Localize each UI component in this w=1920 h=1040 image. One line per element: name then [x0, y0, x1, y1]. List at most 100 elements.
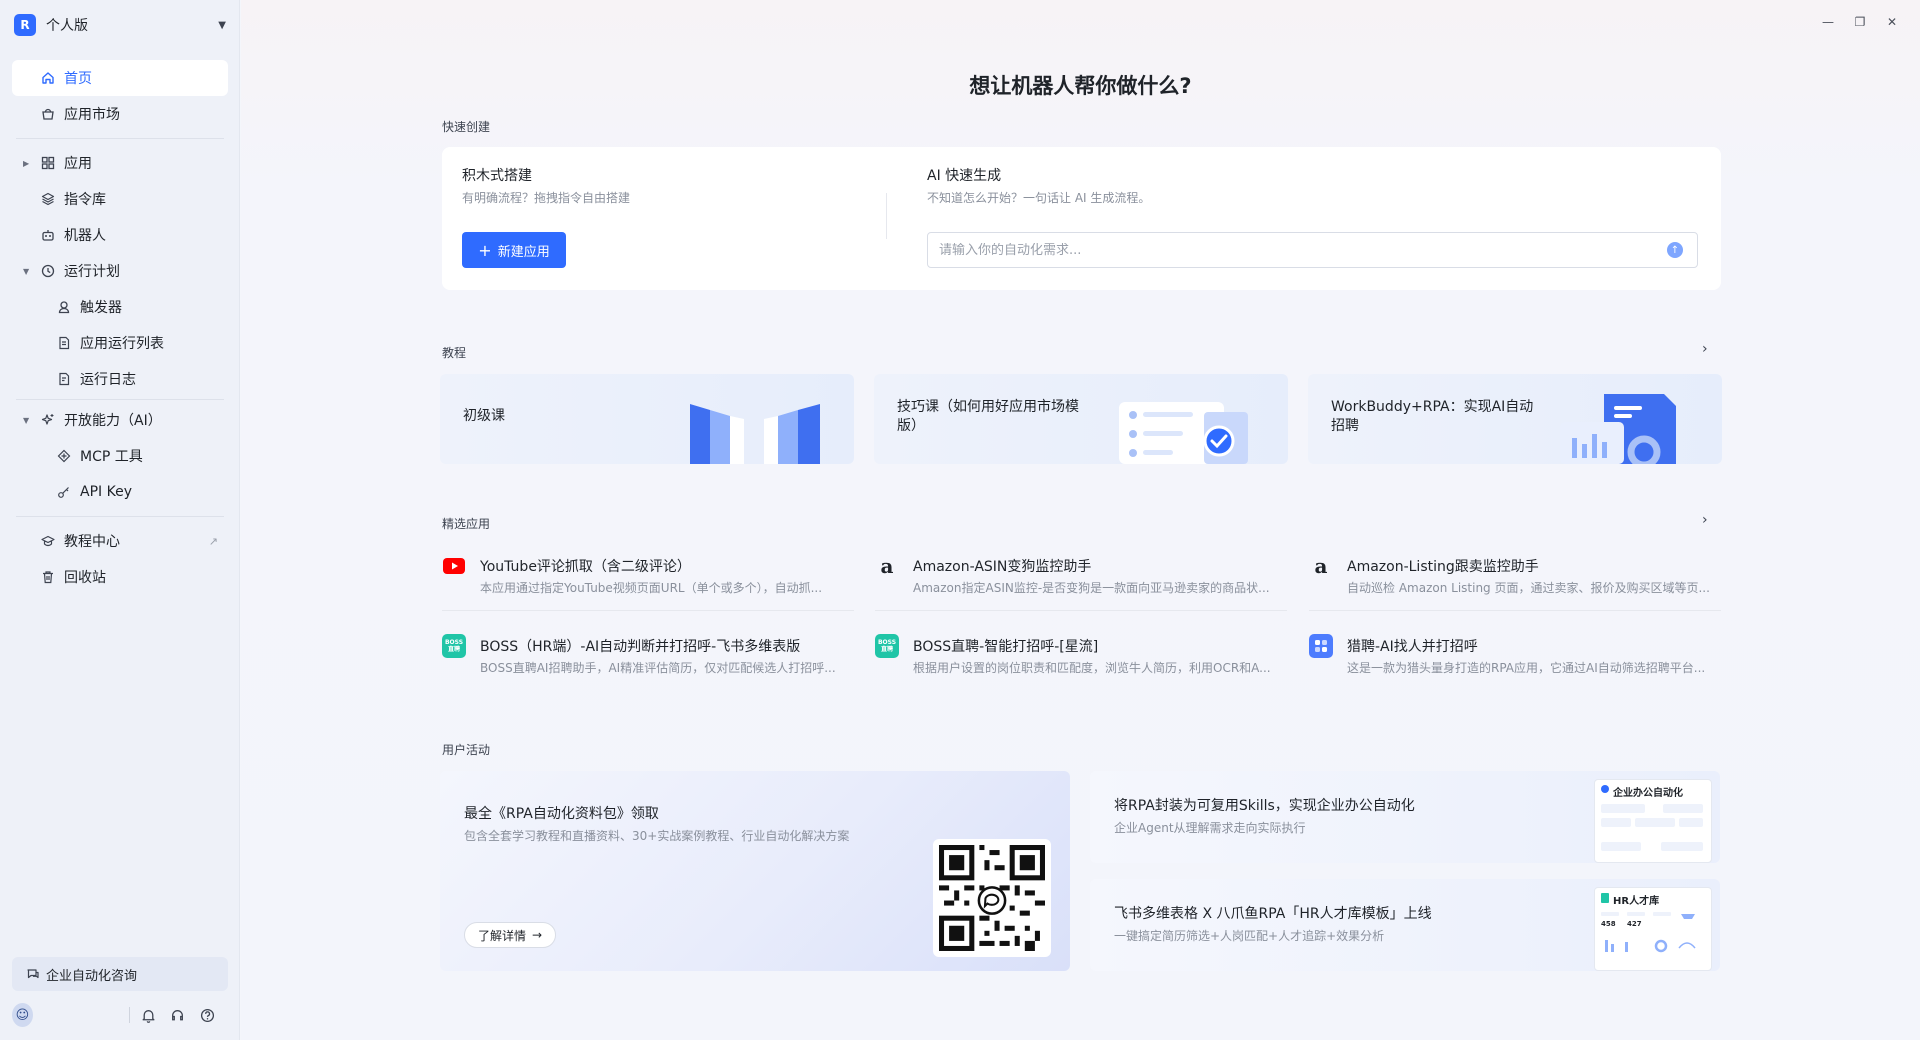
app-logo: R	[14, 14, 36, 36]
sidebar-item-label: MCP 工具	[80, 449, 143, 465]
key-icon	[56, 484, 72, 500]
thumbnail-content-icon	[1601, 804, 1703, 851]
learn-more-button[interactable]: 了解详情 →	[464, 922, 557, 948]
trash-icon	[40, 569, 56, 585]
sidebar-item-api-key[interactable]: API Key	[12, 474, 228, 510]
chevron-right-icon[interactable]: ›	[1702, 512, 1708, 528]
tutorial-card-tips[interactable]: 技巧课（如何用好应用市场模版）	[874, 374, 1288, 464]
new-app-button[interactable]: + 新建应用	[462, 232, 566, 268]
sidebar-item-label: 应用	[64, 156, 92, 172]
workspace-switcher[interactable]: R 个人版 ▼	[14, 13, 226, 37]
sidebar-item-run-log[interactable]: 运行日志	[12, 361, 228, 397]
hr-talent-thumbnail: HR人才库 458 427	[1594, 887, 1712, 971]
app-description: 这是一款为猎头量身打造的RPA应用，它通过AI自动筛选招聘平台...	[1347, 661, 1706, 675]
sidebar-item-run-list[interactable]: 应用运行列表	[12, 325, 228, 361]
app-card[interactable]: a Amazon-ASIN变狗监控助手 Amazon指定ASIN监控-是否变狗是…	[875, 554, 1295, 614]
sidebar-item-apps[interactable]: ▶ 应用	[12, 145, 228, 181]
tutorial-title: 技巧课（如何用好应用市场模版）	[897, 399, 1079, 434]
sidebar-item-label: 应用运行列表	[80, 336, 164, 352]
nav-divider	[16, 516, 224, 517]
caret-right-icon[interactable]: ▶	[23, 159, 29, 168]
headset-icon[interactable]	[169, 1005, 186, 1025]
app-card[interactable]: BOSS直聘 BOSS直聘-智能打招呼-[星流] 根据用户设置的岗位职责和匹配度…	[875, 634, 1295, 694]
sidebar-item-open-ai[interactable]: ▼ 开放能力（AI）	[12, 402, 228, 438]
chevron-down-icon[interactable]: ▼	[218, 20, 226, 31]
avatar[interactable]: ☺	[12, 1003, 33, 1027]
youtube-icon	[442, 554, 466, 578]
run-list-icon	[56, 335, 72, 351]
layers-icon	[40, 191, 56, 207]
log-icon	[56, 371, 72, 387]
sidebar-item-label: 教程中心	[64, 534, 120, 550]
app-name: BOSS直聘-智能打招呼-[星流]	[913, 639, 1099, 655]
tutorial-card-workbuddy[interactable]: WorkBuddy+RPA：实现AI自动招聘	[1308, 374, 1722, 464]
footer-divider	[128, 1007, 130, 1023]
app-card[interactable]: YouTube评论抓取（含二级评论） 本应用通过指定YouTube视频页面URL…	[442, 554, 862, 614]
sidebar-item-trash[interactable]: 回收站	[12, 559, 228, 595]
thumbnail-content-icon	[1601, 912, 1696, 953]
restore-icon[interactable]: ❐	[1850, 14, 1870, 30]
activity-card-hr-template[interactable]: 飞书多维表格 X 八爪鱼RPA「HR人才库模板」上线 一键搞定简历筛选+人岗匹配…	[1090, 879, 1720, 971]
sidebar-item-label: 应用市场	[64, 107, 120, 123]
caret-down-icon[interactable]: ▼	[23, 267, 29, 276]
nav-divider	[16, 138, 224, 139]
checklist-illustration-icon	[1119, 402, 1248, 464]
trigger-icon	[56, 299, 72, 315]
close-icon[interactable]: ✕	[1882, 14, 1902, 30]
quick-create-card: 积木式搭建 有明确流程？拖拽指令自由搭建 + 新建应用 AI 快速生成 不知道怎…	[442, 147, 1721, 290]
chevron-right-icon[interactable]: ›	[1702, 341, 1708, 357]
sidebar-item-label: 触发器	[80, 300, 122, 316]
chart-illustration-icon	[1560, 394, 1676, 464]
activity-title: 将RPA封装为可复用Skills，实现企业办公自动化	[1114, 798, 1415, 814]
activity-title: 飞书多维表格 X 八爪鱼RPA「HR人才库模板」上线	[1114, 906, 1432, 922]
sidebar-item-mcp[interactable]: MCP 工具	[12, 438, 228, 474]
app-card[interactable]: BOSS直聘 BOSS（HR端）-AI自动判断并打招呼-飞书多维表版 BOSS直…	[442, 634, 862, 694]
app-description: 本应用通过指定YouTube视频页面URL（单个或多个），自动抓...	[480, 581, 823, 595]
app-card[interactable]: 猎聘-AI找人并打招呼 这是一款为猎头量身打造的RPA应用，它通过AI自动筛选招…	[1309, 634, 1729, 694]
sidebar-item-robots[interactable]: 机器人	[12, 217, 228, 253]
thumbnail-title: 企业办公自动化	[1613, 788, 1683, 799]
tutorial-card-beginner[interactable]: 初级课	[440, 374, 854, 464]
activity-card-skills[interactable]: 将RPA封装为可复用Skills，实现企业办公自动化 企业Agent从理解需求走…	[1090, 771, 1720, 863]
ai-requirement-input[interactable]	[939, 242, 1667, 258]
sidebar-item-label: 回收站	[64, 570, 106, 586]
sidebar-item-market[interactable]: 应用市场	[12, 96, 228, 132]
sheet-icon	[1601, 893, 1609, 903]
app-divider	[442, 610, 854, 611]
app-name: BOSS（HR端）-AI自动判断并打招呼-飞书多维表版	[480, 639, 801, 655]
external-link-icon: ↗	[208, 534, 218, 548]
clock-icon	[40, 263, 56, 279]
sidebar-item-commands[interactable]: 指令库	[12, 181, 228, 217]
logo-dot-icon	[1601, 785, 1609, 793]
section-title-featured: 精选应用	[442, 517, 491, 531]
plus-icon: +	[478, 240, 492, 260]
sparkle-icon	[40, 412, 56, 428]
sidebar-item-label: API Key	[80, 484, 132, 500]
activity-subtitle: 一键搞定简历筛选+人岗匹配+人才追踪+效果分析	[1114, 929, 1385, 943]
minimize-icon[interactable]: —	[1818, 14, 1838, 30]
app-card[interactable]: a Amazon-Listing跟卖监控助手 自动巡检 Amazon Listi…	[1309, 554, 1729, 614]
thumbnail-title: HR人才库	[1613, 896, 1660, 907]
consult-label: 企业自动化咨询	[46, 968, 138, 984]
mcp-icon	[56, 448, 72, 464]
activity-card-resource-pack[interactable]: 最全《RPA自动化资料包》领取 包含全套学习教程和直播资料、30+实战案例教程、…	[440, 771, 1070, 971]
help-icon[interactable]	[199, 1005, 216, 1025]
app-description: BOSS直聘AI招聘助手，AI精准评估简历，仅对匹配候选人打招呼...	[480, 661, 836, 675]
sidebar-item-triggers[interactable]: 触发器	[12, 289, 228, 325]
boss-icon: BOSS直聘	[875, 634, 899, 658]
sidebar-item-run-plan[interactable]: ▼ 运行计划	[12, 253, 228, 289]
caret-down-icon[interactable]: ▼	[23, 416, 29, 425]
send-arrow-icon[interactable]: ↑	[1667, 242, 1683, 258]
bell-icon[interactable]	[140, 1005, 157, 1025]
app-name: YouTube评论抓取（含二级评论）	[480, 559, 691, 575]
activity-subtitle: 包含全套学习教程和直播资料、30+实战案例教程、行业自动化解决方案	[464, 829, 850, 843]
sidebar-item-home[interactable]: 首页	[12, 60, 228, 96]
new-app-label: 新建应用	[497, 244, 550, 260]
section-title-activities: 用户活动	[442, 743, 491, 757]
sidebar-item-tutorial-center[interactable]: 教程中心 ↗	[12, 523, 228, 559]
amazon-icon: a	[1314, 554, 1328, 578]
enterprise-consult-button[interactable]: 企业自动化咨询	[12, 957, 228, 991]
liepin-icon	[1309, 634, 1333, 658]
section-title-tutorials: 教程	[442, 346, 467, 360]
page-title: 想让机器人帮你做什么?	[969, 74, 1192, 98]
